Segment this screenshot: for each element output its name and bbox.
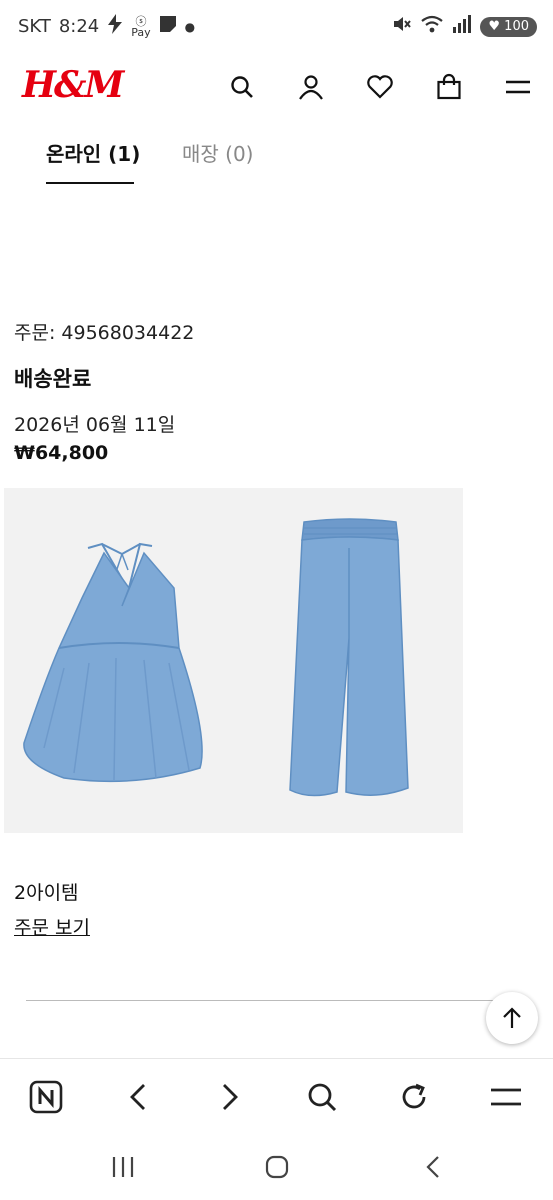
bag-icon[interactable] <box>432 70 466 104</box>
item-count: 2아이템 <box>14 882 79 904</box>
wide-pants-image <box>289 518 409 797</box>
wifi-icon <box>420 14 444 39</box>
status-bar: SKT 8:24 ⓢ Pay ● ♥ 100 <box>0 0 553 52</box>
back-icon[interactable] <box>416 1152 450 1182</box>
view-order-link[interactable]: 주문 보기 <box>14 913 90 940</box>
carrier-label: SKT <box>18 16 51 37</box>
status-left: SKT 8:24 ⓢ Pay ● <box>18 14 195 39</box>
battery-indicator: ♥ 100 <box>480 16 537 37</box>
arrow-up-icon <box>503 1007 521 1028</box>
scroll-to-top-button[interactable] <box>486 992 538 1044</box>
forward-icon[interactable] <box>210 1077 250 1117</box>
account-icon[interactable] <box>294 70 328 104</box>
tab-store[interactable]: 매장 (0) <box>182 138 254 167</box>
status-right: ♥ 100 <box>392 14 537 39</box>
search-icon[interactable] <box>302 1077 342 1117</box>
order-number: 주문: 49568034422 <box>14 322 195 344</box>
recent-apps-icon[interactable] <box>106 1152 140 1182</box>
order-price: ₩64,800 <box>14 442 109 464</box>
order-date: 2026년 06월 11일 <box>14 414 176 436</box>
tab-online[interactable]: 온라인 (1) <box>46 138 140 167</box>
home-icon[interactable] <box>260 1152 294 1182</box>
battery-level: 100 <box>504 18 529 34</box>
active-tab-indicator <box>46 182 134 184</box>
browser-toolbar <box>0 1058 553 1135</box>
naver-n-icon[interactable] <box>26 1077 66 1117</box>
back-icon[interactable] <box>118 1077 158 1117</box>
menu-icon[interactable] <box>501 70 535 104</box>
dot-icon: ● <box>184 19 196 34</box>
halter-top-image <box>23 542 203 783</box>
system-navigation-bar <box>0 1134 553 1200</box>
search-icon[interactable] <box>225 70 259 104</box>
heart-icon[interactable] <box>363 70 397 104</box>
site-header: H&M <box>0 52 553 122</box>
product-thumbnails <box>23 518 409 797</box>
note-icon <box>159 15 177 38</box>
signal-icon <box>452 14 472 39</box>
refresh-icon[interactable] <box>394 1077 434 1117</box>
order-product-images[interactable] <box>4 488 463 833</box>
section-divider <box>26 1000 496 1001</box>
order-status: 배송완료 <box>14 367 92 391</box>
clock: 8:24 <box>58 16 100 37</box>
pay-icon: ⓢ Pay <box>131 14 151 39</box>
hm-logo[interactable]: H&M <box>22 64 124 106</box>
bolt-icon <box>107 14 123 39</box>
menu-icon[interactable] <box>486 1077 526 1117</box>
mute-icon <box>392 14 412 39</box>
